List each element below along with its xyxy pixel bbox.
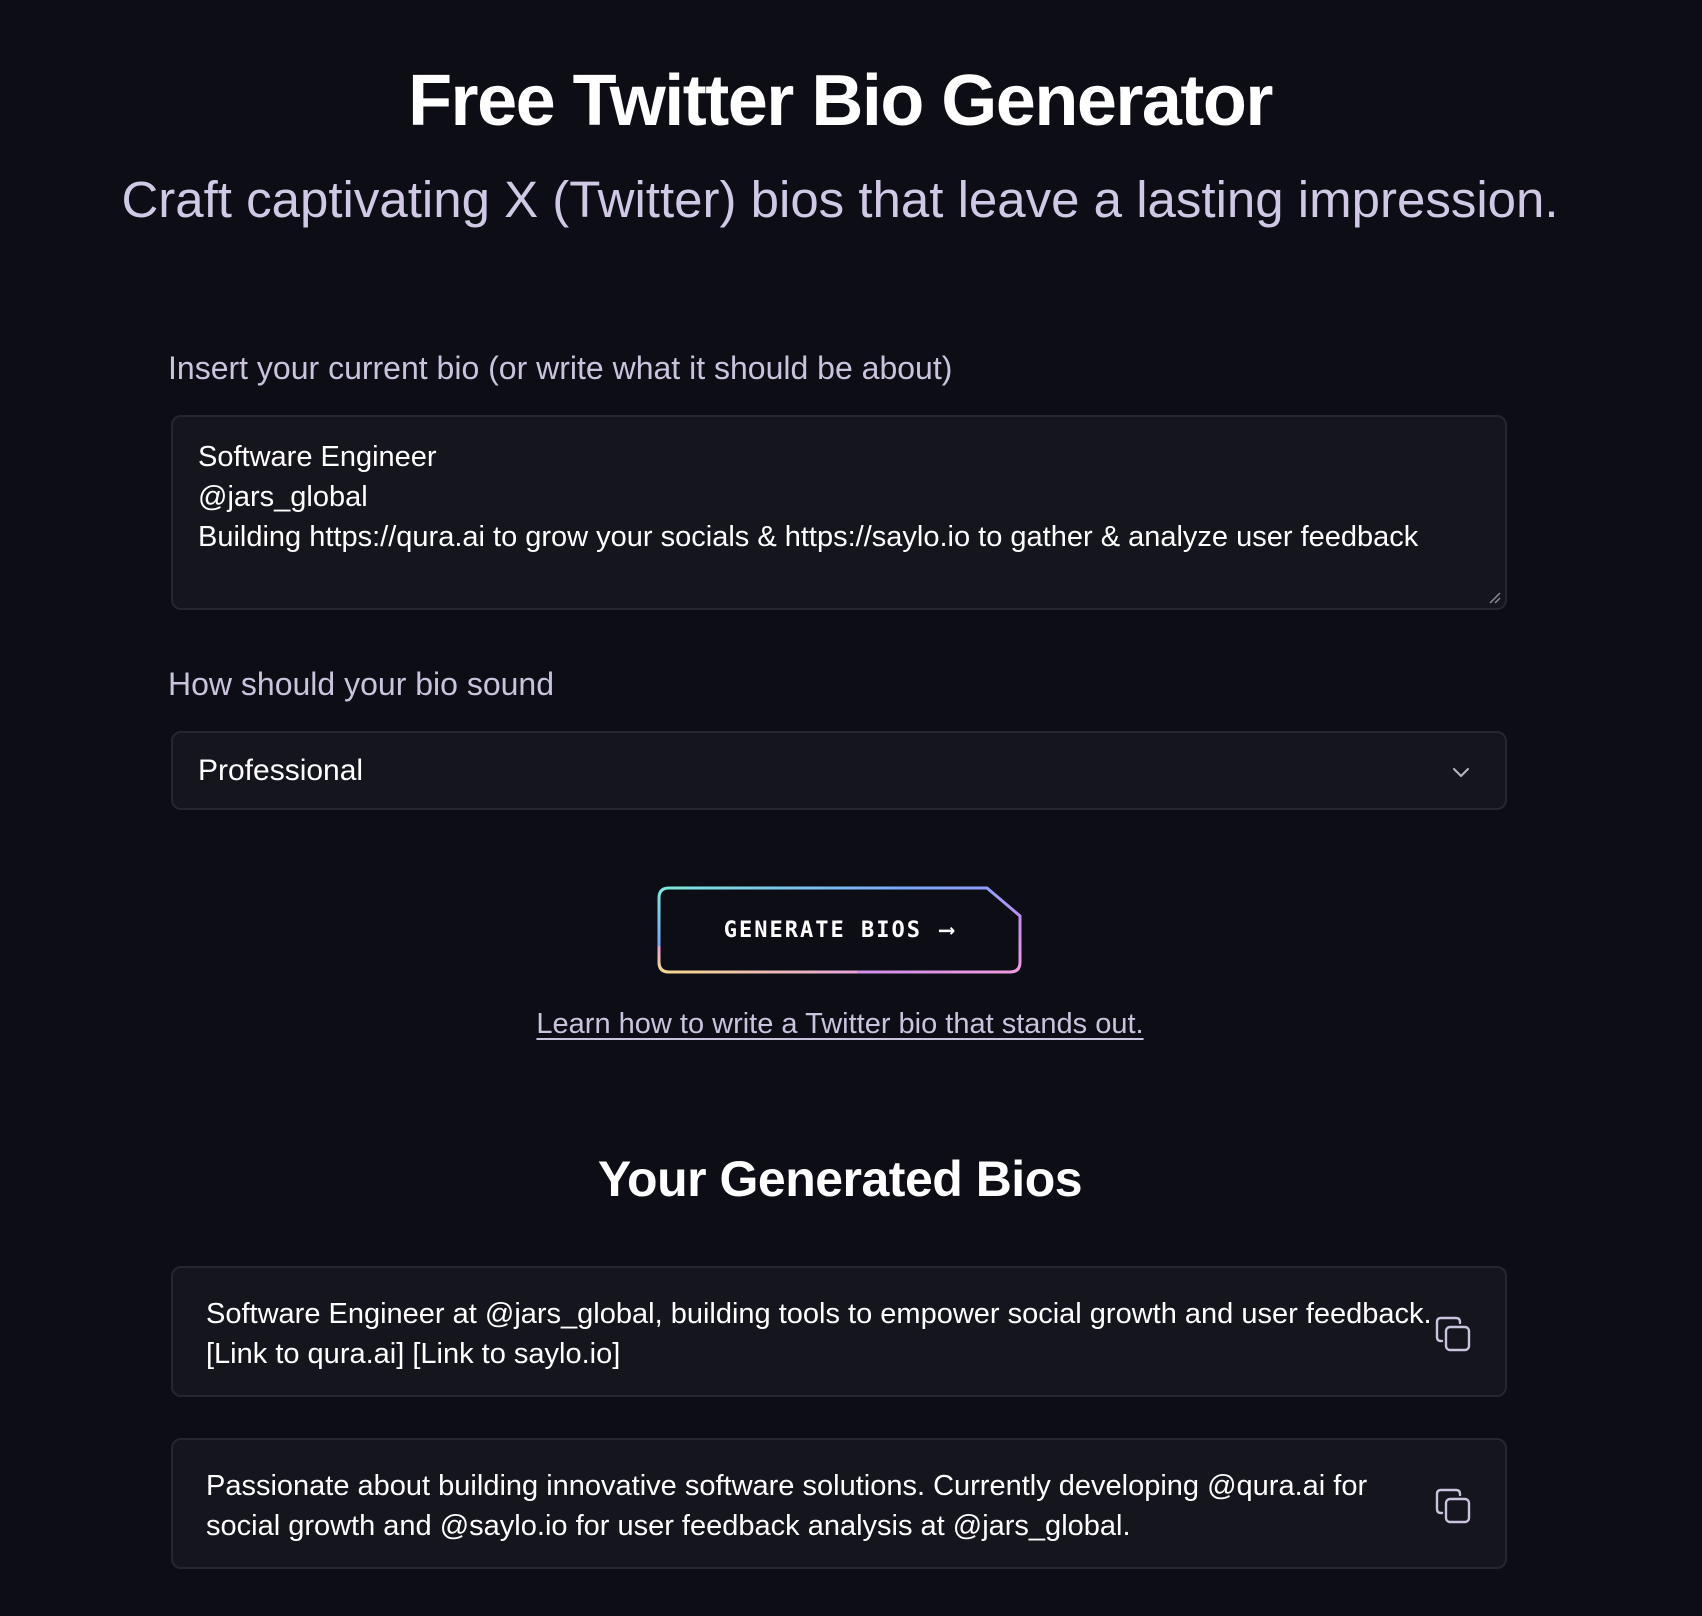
generate-bios-button[interactable]: GENERATE BIOS ⟶ (657, 886, 1022, 974)
tone-select[interactable]: Professional (171, 731, 1507, 810)
tone-select-value: Professional (198, 753, 364, 787)
generated-bio-text: Passionate about building innovative sof… (206, 1470, 1368, 1542)
chevron-down-icon (1453, 768, 1469, 777)
generate-bios-label: GENERATE BIOS (723, 917, 922, 943)
bio-input-label: Insert your current bio (or write what i… (168, 350, 953, 386)
arrow-right-icon: ⟶ (939, 917, 956, 943)
tone-select-label: How should your bio sound (168, 666, 555, 702)
page-title: Free Twitter Bio Generator (408, 61, 1273, 141)
learn-more-link[interactable]: Learn how to write a Twitter bio that st… (0, 1008, 1680, 1041)
generated-bio-card: Passionate about building innovative sof… (171, 1438, 1507, 1569)
generated-bio-text: Software Engineer at @jars_global, build… (206, 1298, 1432, 1370)
results-title: Your Generated Bios (597, 1151, 1083, 1207)
bio-input[interactable]: Software Engineer @jars_global Building … (171, 415, 1507, 610)
generated-bio-card: Software Engineer at @jars_global, build… (171, 1266, 1507, 1397)
resize-handle-icon[interactable] (1489, 592, 1501, 604)
copy-icon[interactable] (1433, 1314, 1473, 1354)
copy-icon[interactable] (1433, 1486, 1473, 1526)
page: Free Twitter Bio Generator Craft captiva… (0, 0, 1702, 1616)
page-subtitle: Craft captivating X (Twitter) bios that … (121, 171, 1559, 228)
